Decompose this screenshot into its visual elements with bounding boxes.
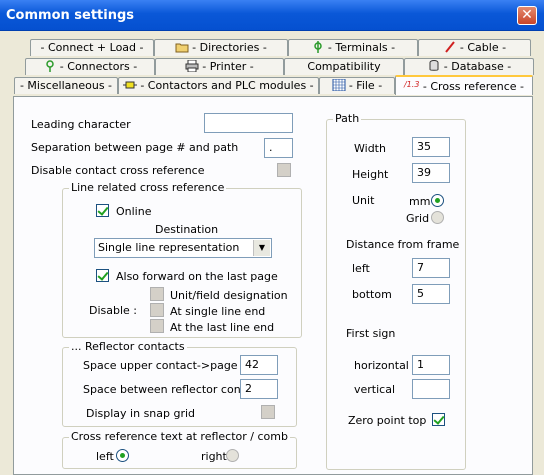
reflector-title: ... Reflector contacts <box>69 340 187 353</box>
horizontal-input[interactable]: 1 <box>412 355 450 375</box>
cross-text-right-label: right <box>201 450 227 463</box>
tab-miscellaneous[interactable]: - Miscellaneous - <box>14 77 118 94</box>
space-between-label: Space between reflector cont. <box>83 383 249 396</box>
unit-grid-radio[interactable] <box>431 211 444 224</box>
last-line-end-label: At the last line end <box>170 321 275 334</box>
tab-directories[interactable]: - Directories - <box>154 39 288 56</box>
also-forward-label: Also forward on the last page <box>116 270 278 283</box>
snap-grid-label: Display in snap grid <box>86 407 196 420</box>
cross-text-left-label: left <box>96 450 114 463</box>
online-checkbox[interactable] <box>96 204 109 217</box>
destination-label: Destination <box>155 223 219 236</box>
distance-bottom-input[interactable]: 5 <box>412 284 450 304</box>
leading-character-label: Leading character <box>31 118 131 131</box>
cross-text-left-radio[interactable] <box>116 449 129 462</box>
unit-label: Unit <box>352 194 375 207</box>
tab-compatibility[interactable]: Compatibility <box>284 58 404 75</box>
path-title: Path <box>333 112 362 125</box>
vertical-label: vertical <box>354 383 396 396</box>
close-button[interactable]: ✕ <box>517 6 537 25</box>
disable-contact-checkbox[interactable] <box>277 163 291 177</box>
disable-label: Disable : <box>89 304 138 317</box>
destination-select[interactable]: Single line representation ▼ <box>94 238 272 258</box>
tab-contactors-plc[interactable]: - Contactors and PLC modules - <box>118 77 319 94</box>
width-input[interactable]: 35 <box>412 137 450 157</box>
tab-printer[interactable]: - Printer - <box>155 58 284 75</box>
tab-connectors[interactable]: - Connectors - <box>25 58 155 75</box>
zero-point-checkbox[interactable] <box>432 413 445 426</box>
database-icon <box>429 60 439 71</box>
separation-input[interactable]: . <box>264 138 293 158</box>
cross-text-right-radio[interactable] <box>226 449 239 462</box>
online-label: Online <box>116 205 152 218</box>
file-grid-icon <box>332 79 346 91</box>
tab-file[interactable]: - File - <box>319 77 395 94</box>
tab-cable[interactable]: - Cable - <box>418 39 531 56</box>
cross-reference-icon: /1.3 <box>403 80 420 89</box>
cross-text-title: Cross reference text at reflector / comb <box>69 430 290 443</box>
disable-contact-label: Disable contact cross reference <box>31 164 205 177</box>
tab-cross-reference[interactable]: /1.3 - Cross reference - <box>395 75 533 95</box>
terminal-icon <box>314 41 322 53</box>
height-label: Height <box>352 168 389 181</box>
distance-left-input[interactable]: 7 <box>412 258 450 278</box>
also-forward-checkbox[interactable] <box>96 269 109 282</box>
unit-mm-label: mm <box>409 195 431 208</box>
space-between-input[interactable]: 2 <box>240 379 278 399</box>
unit-field-label: Unit/field designation <box>170 289 288 302</box>
height-input[interactable]: 39 <box>412 163 450 183</box>
folder-icon <box>175 43 189 53</box>
space-upper-input[interactable]: 42 <box>240 355 278 375</box>
window-title: Common settings <box>6 8 135 23</box>
unit-field-checkbox[interactable] <box>150 287 164 301</box>
connector-icon <box>46 60 54 72</box>
single-line-end-label: At single line end <box>170 305 266 318</box>
leading-character-input[interactable] <box>204 113 293 133</box>
distance-left-label: left <box>352 262 370 275</box>
single-line-end-checkbox[interactable] <box>150 303 164 317</box>
width-label: Width <box>354 142 386 155</box>
tab-connect-load[interactable]: - Connect + Load - <box>30 39 154 56</box>
close-icon: ✕ <box>521 7 533 23</box>
vertical-input[interactable] <box>412 379 450 399</box>
unit-mm-radio[interactable] <box>431 194 444 207</box>
chevron-down-icon: ▼ <box>253 240 270 256</box>
line-related-title: Line related cross reference <box>69 181 227 194</box>
printer-icon <box>185 60 199 72</box>
tab-terminals[interactable]: - Terminals - <box>288 39 418 56</box>
zero-point-label: Zero point top <box>348 414 427 427</box>
tab-database[interactable]: - Database - <box>404 58 534 75</box>
distance-label: Distance from frame <box>346 238 460 251</box>
last-line-end-checkbox[interactable] <box>150 319 164 333</box>
snap-grid-checkbox[interactable] <box>261 405 275 419</box>
space-upper-label: Space upper contact->page <box>83 359 238 372</box>
first-sign-label: First sign <box>346 327 396 340</box>
title-bar: Common settings ✕ <box>0 0 544 31</box>
separation-label: Separation between page # and path <box>31 141 239 154</box>
contactor-icon <box>123 81 138 89</box>
horizontal-label: horizontal <box>354 359 409 372</box>
cable-icon <box>445 41 455 53</box>
unit-grid-label: Grid <box>406 212 430 225</box>
distance-bottom-label: bottom <box>352 288 392 301</box>
